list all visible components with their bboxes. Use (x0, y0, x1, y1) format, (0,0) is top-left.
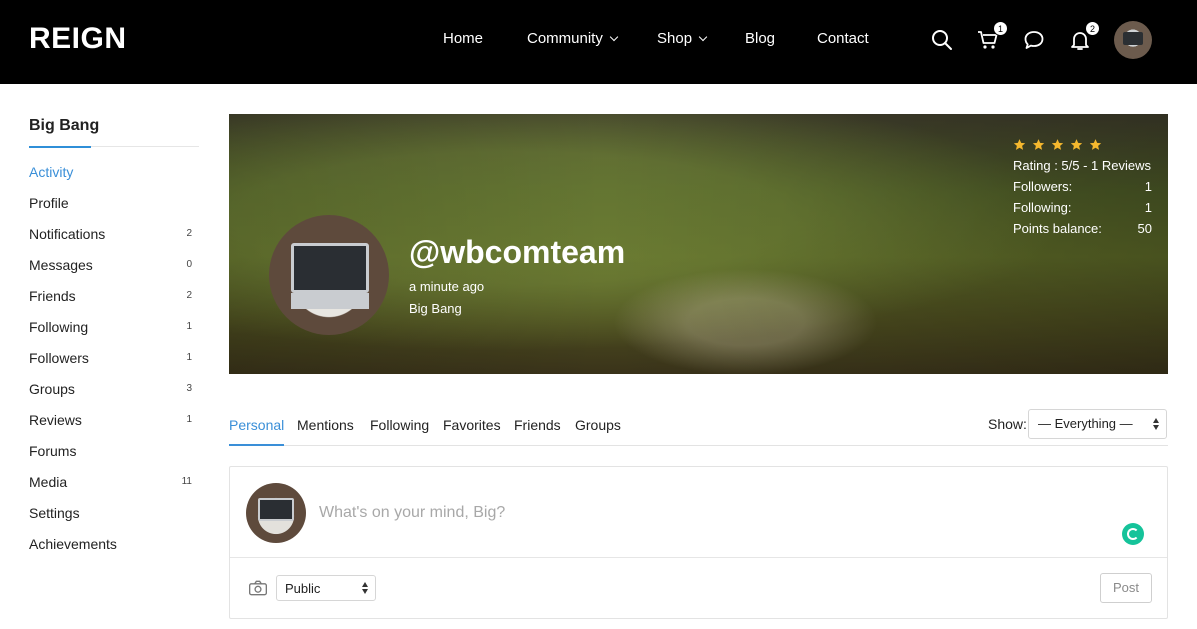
cart-count-badge: 1 (993, 21, 1008, 36)
sidebar-item-settings[interactable]: Settings (29, 501, 199, 527)
sidebar-divider (29, 146, 199, 148)
notification-count-badge: 2 (1085, 21, 1100, 36)
post-form-divider (230, 557, 1167, 558)
nav-community[interactable]: Community (527, 30, 619, 47)
count-badge: 1 (186, 352, 192, 363)
star-icon (1051, 139, 1064, 150)
filter-label: Show: (988, 416, 1027, 432)
count-badge: 0 (186, 259, 192, 270)
poster-avatar (246, 483, 306, 543)
profile-avatar[interactable] (269, 215, 389, 335)
cart-icon[interactable]: 1 (976, 21, 1008, 52)
profile-cover: @wbcomteam a minute ago Big Bang Rating … (229, 114, 1168, 374)
profile-username: @wbcomteam (409, 234, 626, 270)
tab-friends[interactable]: Friends (514, 417, 561, 433)
sidebar-item-followers[interactable]: Followers 1 (29, 346, 199, 372)
sidebar-title: Big Bang (29, 117, 100, 134)
post-button[interactable]: Post (1100, 573, 1152, 603)
stat-points-balance: Points balance: 50 (1013, 221, 1152, 236)
star-icon (1070, 139, 1083, 150)
count-badge: 2 (186, 228, 192, 239)
sidebar-item-groups[interactable]: Groups 3 (29, 377, 199, 403)
tab-groups[interactable]: Groups (575, 417, 621, 433)
rating-summary: Rating : 5/5 - 1 Reviews (1013, 158, 1152, 173)
profile-stats: Rating : 5/5 - 1 Reviews Followers: 1 Fol… (1013, 158, 1152, 242)
tab-following[interactable]: Following (370, 417, 429, 433)
count-badge: 1 (186, 414, 192, 425)
nav-home[interactable]: Home (443, 30, 483, 47)
sidebar-item-reviews[interactable]: Reviews 1 (29, 408, 199, 434)
sidebar-item-media[interactable]: Media 11 (29, 470, 199, 496)
bell-icon[interactable]: 2 (1068, 21, 1100, 52)
activity-filter-select[interactable]: — Everything — (1028, 409, 1167, 439)
last-active-text: a minute ago (409, 279, 485, 294)
nav-contact[interactable]: Contact (817, 30, 869, 47)
sidebar-item-notifications[interactable]: Notifications 2 (29, 222, 199, 248)
post-form: What's on your mind, Big? Public Post (229, 466, 1168, 619)
search-icon[interactable] (930, 28, 954, 52)
rating-stars (1013, 138, 1102, 151)
select-arrows-icon (362, 581, 369, 595)
sidebar-item-achievements[interactable]: Achievements (29, 532, 199, 558)
chat-bubble-icon[interactable] (1022, 28, 1046, 52)
stat-following: Following: 1 (1013, 200, 1152, 215)
select-arrows-icon (1153, 417, 1160, 431)
sidebar-item-friends[interactable]: Friends 2 (29, 284, 199, 310)
chevron-down-icon (698, 32, 708, 42)
camera-icon[interactable] (248, 578, 268, 598)
post-input[interactable]: What's on your mind, Big? (319, 504, 505, 522)
sidebar-item-activity[interactable]: Activity (29, 160, 199, 186)
grammarly-icon[interactable] (1122, 523, 1144, 545)
tab-favorites[interactable]: Favorites (443, 417, 501, 433)
top-navigation-bar: REIGN Home Community Shop Blog Contact 1… (0, 0, 1197, 84)
tab-mentions[interactable]: Mentions (297, 417, 354, 433)
star-icon (1089, 139, 1102, 150)
count-badge: 11 (181, 476, 192, 487)
count-badge: 3 (186, 383, 192, 394)
sidebar-item-following[interactable]: Following 1 (29, 315, 199, 341)
site-logo[interactable]: REIGN (29, 22, 127, 56)
profile-display-name: Big Bang (409, 301, 462, 316)
tab-personal[interactable]: Personal (229, 417, 285, 446)
nav-shop[interactable]: Shop (657, 30, 708, 47)
user-avatar[interactable] (1114, 21, 1152, 59)
sidebar-item-messages[interactable]: Messages 0 (29, 253, 199, 279)
chevron-down-icon (609, 32, 619, 42)
privacy-select[interactable]: Public (276, 575, 376, 601)
sidebar-item-forums[interactable]: Forums (29, 439, 199, 465)
sidebar-item-profile[interactable]: Profile (29, 191, 199, 217)
stat-followers: Followers: 1 (1013, 179, 1152, 194)
star-icon (1032, 139, 1045, 150)
star-icon (1013, 139, 1026, 150)
count-badge: 2 (186, 290, 192, 301)
nav-blog[interactable]: Blog (745, 30, 775, 47)
count-badge: 1 (186, 321, 192, 332)
